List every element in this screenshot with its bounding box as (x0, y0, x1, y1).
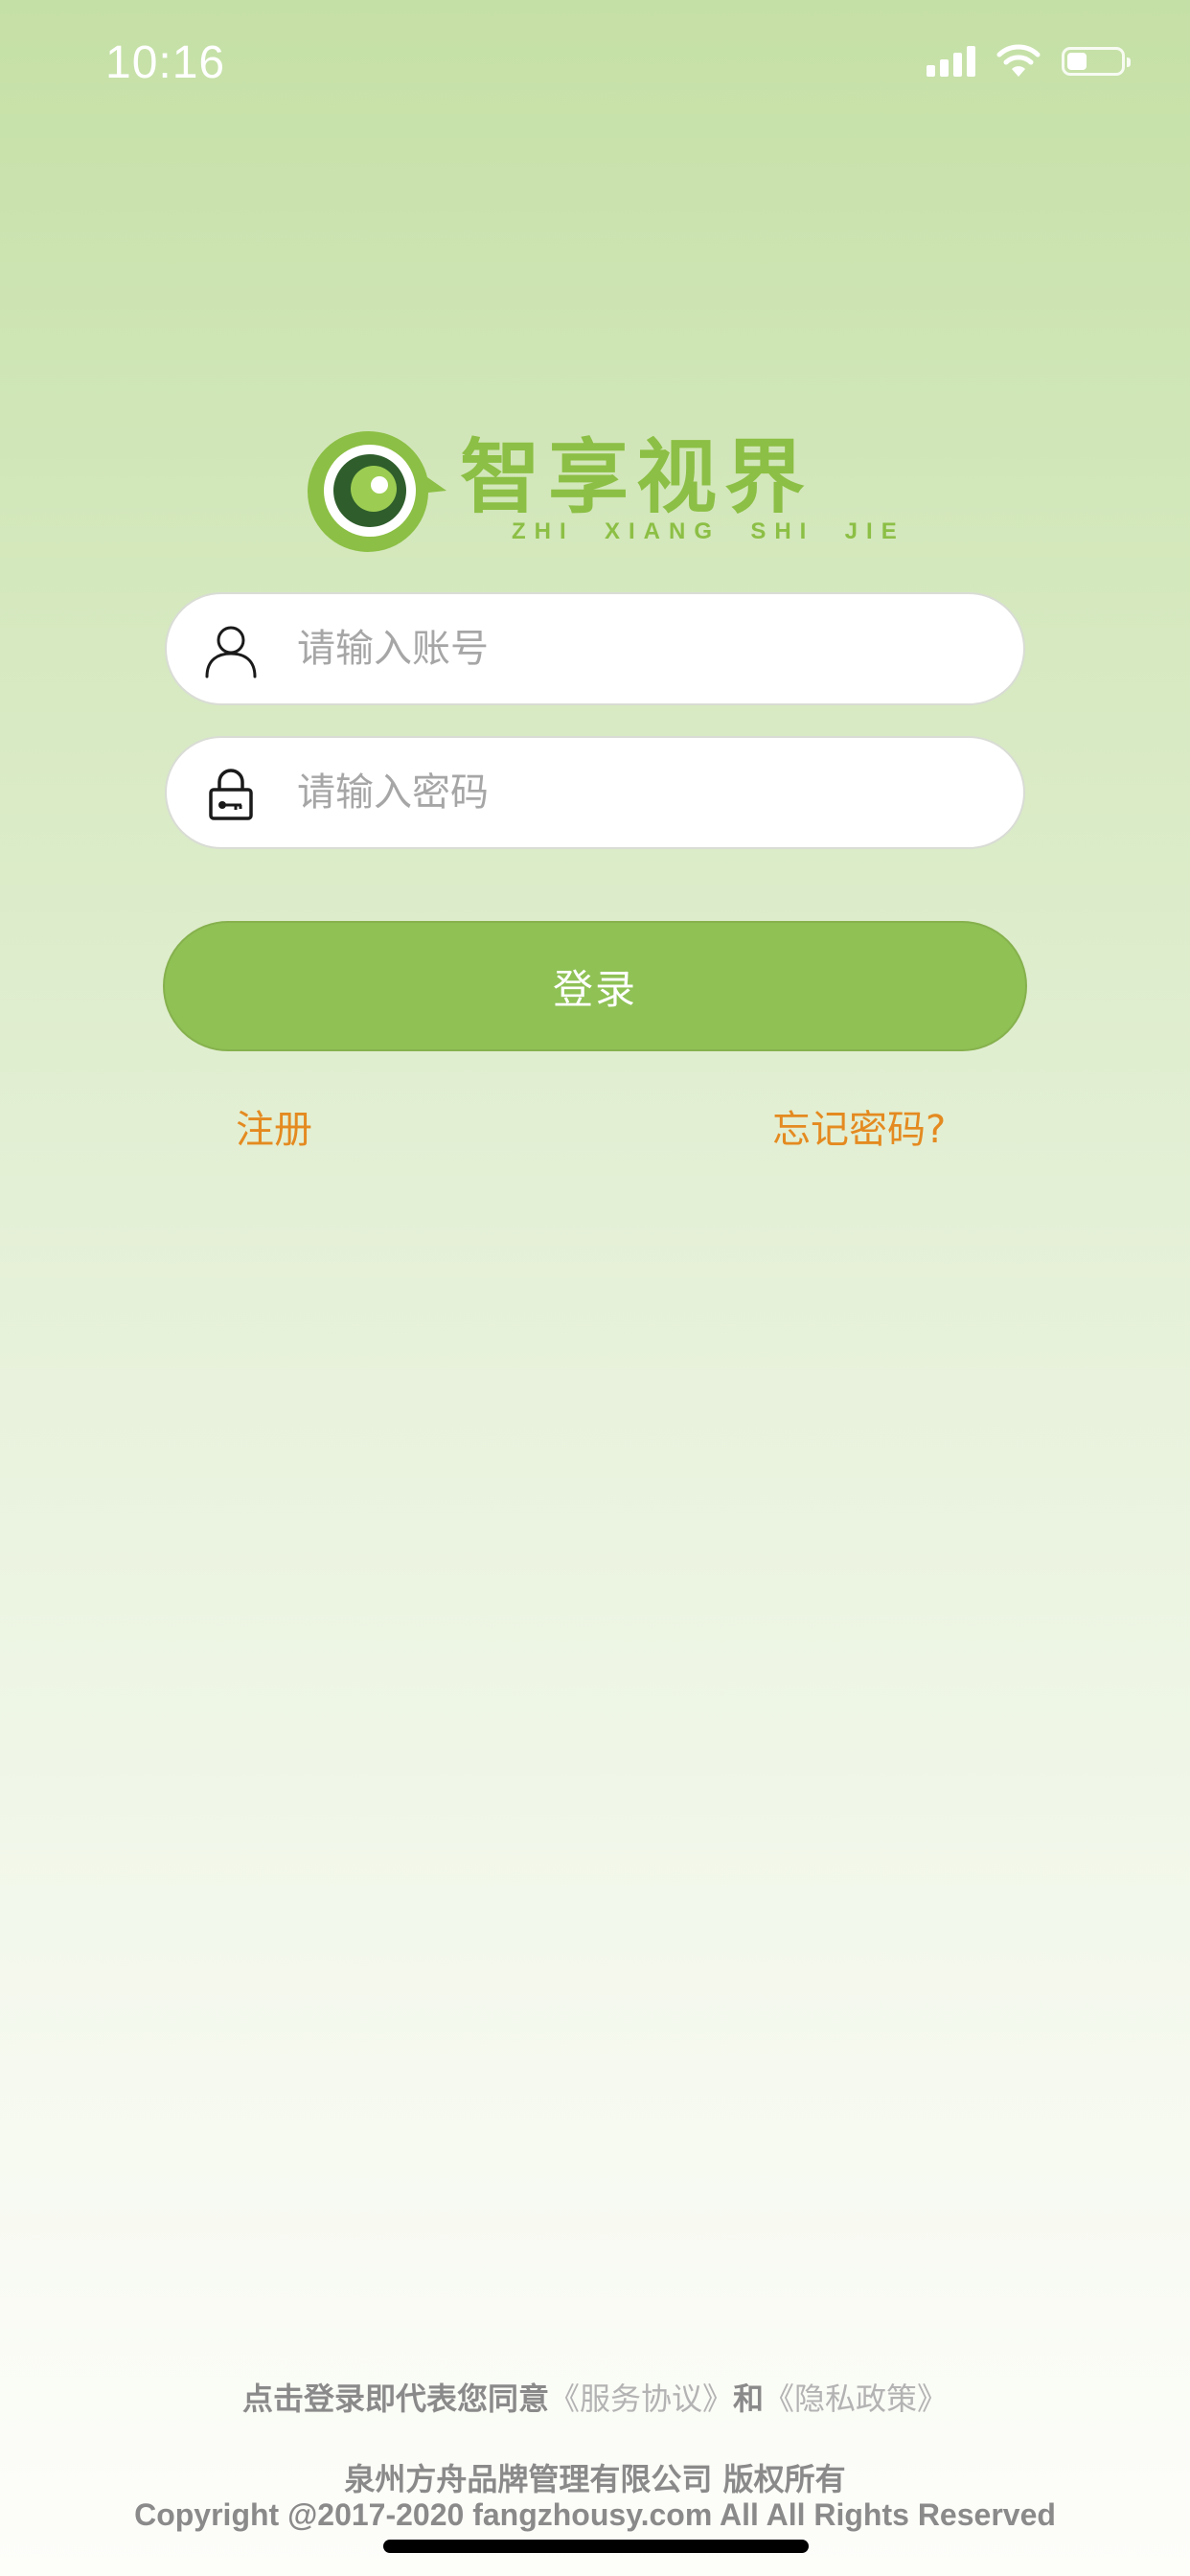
account-input[interactable] (297, 594, 968, 703)
password-field[interactable] (165, 736, 1025, 849)
company-text: 泉州方舟品牌管理有限公司 版权所有 (344, 2461, 846, 2497)
service-agreement-link[interactable]: 《服务协议》 (549, 2380, 733, 2417)
logo-title: 智享视界 (460, 430, 813, 524)
password-input[interactable] (297, 738, 968, 847)
user-icon (205, 626, 257, 678)
agreement-and: 和 (733, 2380, 765, 2417)
copyright-text: Copyright @2017-2020 fangzhousy.com All … (134, 2497, 1056, 2532)
login-button[interactable]: 登录 (163, 921, 1027, 1051)
status-time: 10:16 (105, 37, 226, 88)
privacy-policy-link[interactable]: 《隐私政策》 (764, 2380, 948, 2417)
agreement-text: 点击登录即代表您同意《服务协议》和《隐私政策》 (0, 2375, 1190, 2419)
status-icons (927, 42, 1131, 80)
register-link[interactable]: 注册 (236, 1098, 312, 1154)
battery-icon (1062, 47, 1131, 76)
logo-pinyin: ZHI XIANG SHI JIE (512, 518, 905, 544)
wifi-icon (996, 44, 1041, 77)
forgot-password-link[interactable]: 忘记密码? (772, 1098, 946, 1154)
signal-icon (927, 46, 975, 77)
account-field[interactable] (165, 592, 1025, 705)
lock-icon (209, 769, 253, 820)
home-indicator[interactable] (383, 2540, 809, 2553)
agreement-prefix: 点击登录即代表您同意 (241, 2380, 549, 2417)
eye-logo-icon (308, 430, 446, 552)
login-screen: 10:16 智享视界 ZHI XIANG SHI JIE 请输入账号 登录 注册… (0, 0, 1190, 2576)
app-logo: 智享视界 ZHI XIANG SHI JIE (305, 429, 897, 554)
